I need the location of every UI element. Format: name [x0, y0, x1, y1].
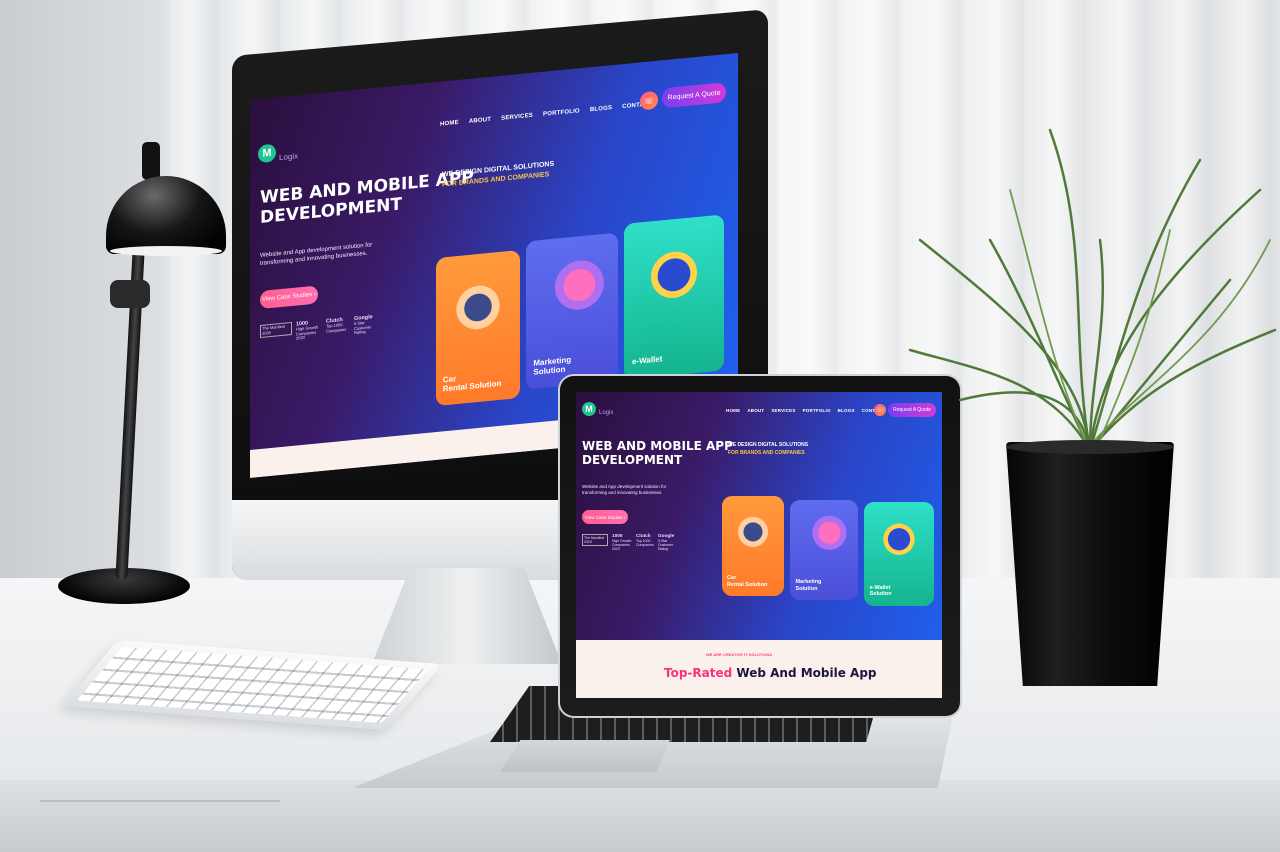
logo-text: Logix	[279, 151, 299, 163]
hero-description: Website and App development solution for…	[260, 242, 372, 268]
laptop-ewallet-illustration	[871, 510, 927, 575]
card-car-rental-label: Car Rental Solution	[443, 370, 502, 394]
laptop-logo-text: Logix	[599, 410, 614, 416]
site-logo[interactable]: M Logix	[258, 139, 298, 164]
laptop-nav-about[interactable]: ABOUT	[747, 408, 764, 413]
award-manifest-year: 2020	[262, 329, 271, 336]
laptop-hero-title-line2: DEVELOPMENT	[582, 452, 683, 467]
laptop-award-1000-sub: High Growth Companies 2020	[612, 539, 632, 552]
laptop-card-marketing-label: Marketing Solution	[795, 579, 821, 592]
laptop-card-marketing-line1: Marketing	[795, 579, 822, 586]
marketing-illustration	[535, 245, 609, 345]
laptop-logo-mark: M	[582, 402, 596, 416]
nav-about[interactable]: ABOUT	[469, 117, 491, 125]
laptop-award-google-sub: 5 Star Customer Rating	[658, 539, 674, 552]
desk-drawer	[40, 800, 280, 852]
phone-icon[interactable]: ☏	[640, 90, 658, 111]
laptop-hero-title-line1: WEB AND MOBILE APP	[582, 439, 733, 453]
card-marketing-label: Marketing Solution	[533, 355, 571, 377]
section-heading: Top-Rated Web And Mobile App	[664, 666, 877, 680]
award-clutch-sub: Top 1000 Companies	[326, 322, 347, 334]
laptop-main-nav: HOME ABOUT SERVICES PORTFOLIO BLOGS CONT…	[726, 408, 885, 413]
request-quote-button[interactable]: Request A Quote	[662, 82, 726, 109]
lamp-hinge	[142, 142, 160, 180]
laptop-tagline-secondary: FOR BRANDS AND COMPANIES	[728, 450, 805, 456]
laptop-view-case-studies-button[interactable]: View Case Studies ›	[582, 510, 628, 524]
lamp-shade-rim	[110, 246, 222, 256]
laptop-card-car-rental-label: Car Rental Solution	[727, 575, 767, 588]
ewallet-illustration	[634, 227, 714, 333]
view-case-studies-button[interactable]: View Case Studies ›	[260, 285, 318, 310]
laptop-award-1000: 1000 High Growth Companies 2020	[612, 534, 632, 551]
laptop-nav-services[interactable]: SERVICES	[771, 408, 795, 413]
laptop-hero-desc-line2: transforming and innovating businesses.	[582, 489, 663, 495]
laptop-card-ewallet-line2: Solution	[869, 591, 892, 598]
lamp-joint	[110, 280, 150, 308]
laptop-award-manifest: The Manifest 2020	[582, 534, 608, 547]
laptop-hero-desc-line1: Website and App development solution for	[582, 484, 667, 489]
award-clutch: Clutch Top 1000 Companies	[326, 316, 352, 334]
laptop-card-ewallet[interactable]: e-Wallet Solution	[864, 502, 934, 606]
case-button-label: View Case Studies	[262, 292, 313, 303]
award-manifest: The Manifest 2020	[260, 321, 292, 339]
card-ewallet-line1: e-Wallet	[632, 354, 663, 367]
laptop-nav-portfolio[interactable]: PORTFOLIO	[803, 408, 831, 413]
laptop-card-ewallet-label: e-Wallet Solution	[870, 585, 892, 598]
laptop-phone-icon[interactable]: ☏	[874, 404, 886, 416]
award-1000: 1000 High Growth Companies 2020	[296, 319, 322, 341]
laptop-hero-title: WEB AND MOBILE APP DEVELOPMENT	[582, 439, 733, 468]
car-rental-illustration	[444, 262, 512, 361]
card-marketing[interactable]: Marketing Solution	[526, 232, 618, 390]
laptop-card-marketing[interactable]: Marketing Solution	[790, 500, 858, 600]
award-1000-sub: High Growth Companies 2020	[296, 324, 319, 341]
award-google: Google 5 Star Customer Rating	[354, 313, 380, 335]
laptop-card-car-rental[interactable]: Car Rental Solution	[722, 496, 784, 596]
section-heading-rest: Web And Mobile App	[732, 666, 877, 680]
laptop-hero-description: Website and App development solution for…	[582, 484, 666, 496]
logo-mark: M	[258, 142, 276, 163]
plant-pot-rim	[1006, 440, 1174, 454]
laptop-trackpad	[500, 740, 670, 772]
laptop-car-rental-illustration	[728, 504, 778, 566]
laptop-next-section: WE ARE CREATIVE IT SOLUTIONS Top-Rated W…	[576, 640, 942, 698]
nav-portfolio[interactable]: PORTFOLIO	[543, 108, 580, 118]
section-heading-highlight: Top-Rated	[664, 666, 733, 680]
nav-services[interactable]: SERVICES	[501, 113, 533, 122]
laptop-screen: M Logix HOME ABOUT SERVICES PORTFOLIO BL…	[576, 392, 942, 698]
card-ewallet[interactable]: e-Wallet	[624, 214, 724, 380]
nav-home[interactable]: HOME	[440, 120, 459, 128]
laptop-marketing-illustration	[796, 508, 852, 570]
laptop-site-logo[interactable]: M Logix	[582, 402, 613, 416]
award-google-sub: 5 Star Customer Rating	[354, 320, 372, 336]
card-car-rental[interactable]: Car Rental Solution	[436, 250, 520, 407]
laptop-nav-home[interactable]: HOME	[726, 408, 740, 413]
plant-leaves	[908, 128, 1277, 452]
laptop-card-car-line2: Rental Solution	[726, 581, 768, 588]
laptop-award-manifest-year: 2020	[584, 540, 592, 545]
laptop-case-button-label: View Case Studies	[584, 514, 623, 520]
laptop-award-clutch-sub: Top 1000 Companies	[636, 539, 654, 548]
plant-pot	[1006, 442, 1174, 686]
laptop-tagline-primary: WE DESIGN DIGITAL SOLUTIONS	[728, 442, 809, 448]
nav-blogs[interactable]: BLOGS	[590, 105, 612, 113]
office-scene: M Logix HOME ABOUT SERVICES PORTFOLIO BL…	[0, 0, 1280, 852]
main-nav: HOME ABOUT SERVICES PORTFOLIO BLOGS CONT…	[440, 101, 652, 127]
laptop-award-clutch: Clutch Top 1000 Companies	[636, 534, 656, 547]
laptop-card-marketing-line2: Solution	[795, 585, 818, 592]
section-kicker: WE ARE CREATIVE IT SOLUTIONS	[706, 652, 773, 657]
laptop-nav-blogs[interactable]: BLOGS	[838, 408, 855, 413]
laptop-award-google: Google 5 Star Customer Rating	[658, 534, 678, 551]
card-ewallet-label: e-Wallet	[632, 355, 662, 367]
